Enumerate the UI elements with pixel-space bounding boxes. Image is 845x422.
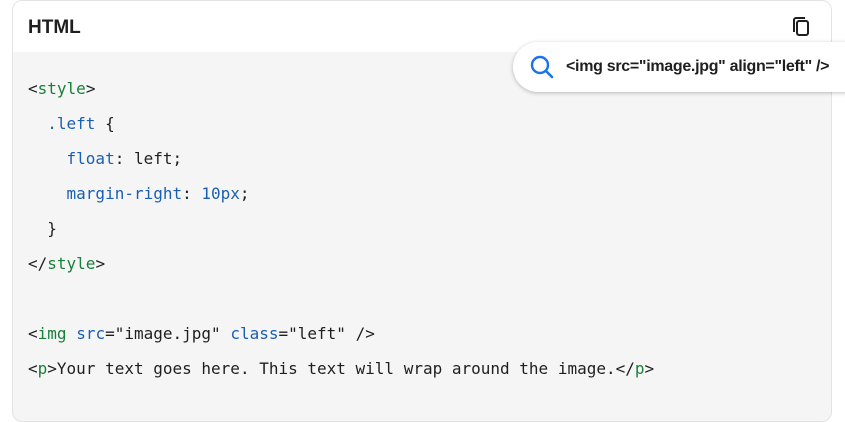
code-token: margin-right bbox=[66, 184, 183, 203]
code-token: style bbox=[47, 254, 96, 273]
code-line: margin-right: 10px; bbox=[28, 176, 654, 211]
search-icon bbox=[529, 54, 555, 80]
code-token: img bbox=[37, 324, 67, 343]
code-token: </ bbox=[28, 254, 48, 273]
code-token: } bbox=[28, 219, 57, 238]
code-line: <p>Your text goes here. This text will w… bbox=[28, 351, 654, 386]
code-token: p bbox=[634, 359, 645, 378]
code-token: >Your text goes here. This text will wra… bbox=[47, 359, 635, 378]
code-token: ; bbox=[239, 184, 250, 203]
code-token: : bbox=[182, 184, 202, 203]
code-line: </style> bbox=[28, 246, 654, 281]
code-token: > bbox=[95, 254, 106, 273]
code-token: < bbox=[28, 359, 38, 378]
code-line: .left { bbox=[28, 106, 654, 141]
code-token: src bbox=[76, 324, 106, 343]
code-token: p bbox=[37, 359, 48, 378]
code-content: <style> .left { float: left; margin-righ… bbox=[28, 71, 654, 386]
search-query-text: <img src="image.jpg" align="left" /> bbox=[566, 58, 830, 75]
code-line: <img src="image.jpg" class="left" /> bbox=[28, 316, 654, 351]
copy-icon[interactable] bbox=[789, 14, 815, 40]
code-token: { bbox=[95, 114, 115, 133]
code-token: style bbox=[37, 79, 86, 98]
code-token: : left; bbox=[114, 149, 183, 168]
search-suggestion-chip[interactable]: <img src="image.jpg" align="left" /> bbox=[513, 42, 845, 92]
code-line: } bbox=[28, 211, 654, 246]
code-token: class bbox=[230, 324, 279, 343]
code-line: float: left; bbox=[28, 141, 654, 176]
code-token: 10px bbox=[201, 184, 240, 203]
code-token: ="image.jpg" bbox=[105, 324, 231, 343]
code-token: > bbox=[644, 359, 655, 378]
code-token: < bbox=[28, 79, 38, 98]
code-token: < bbox=[28, 324, 38, 343]
code-language-label: HTML bbox=[28, 17, 81, 38]
code-token: .left bbox=[47, 114, 96, 133]
code-token: ="left" /> bbox=[278, 324, 375, 343]
code-token: > bbox=[85, 79, 96, 98]
code-token: float bbox=[66, 149, 115, 168]
